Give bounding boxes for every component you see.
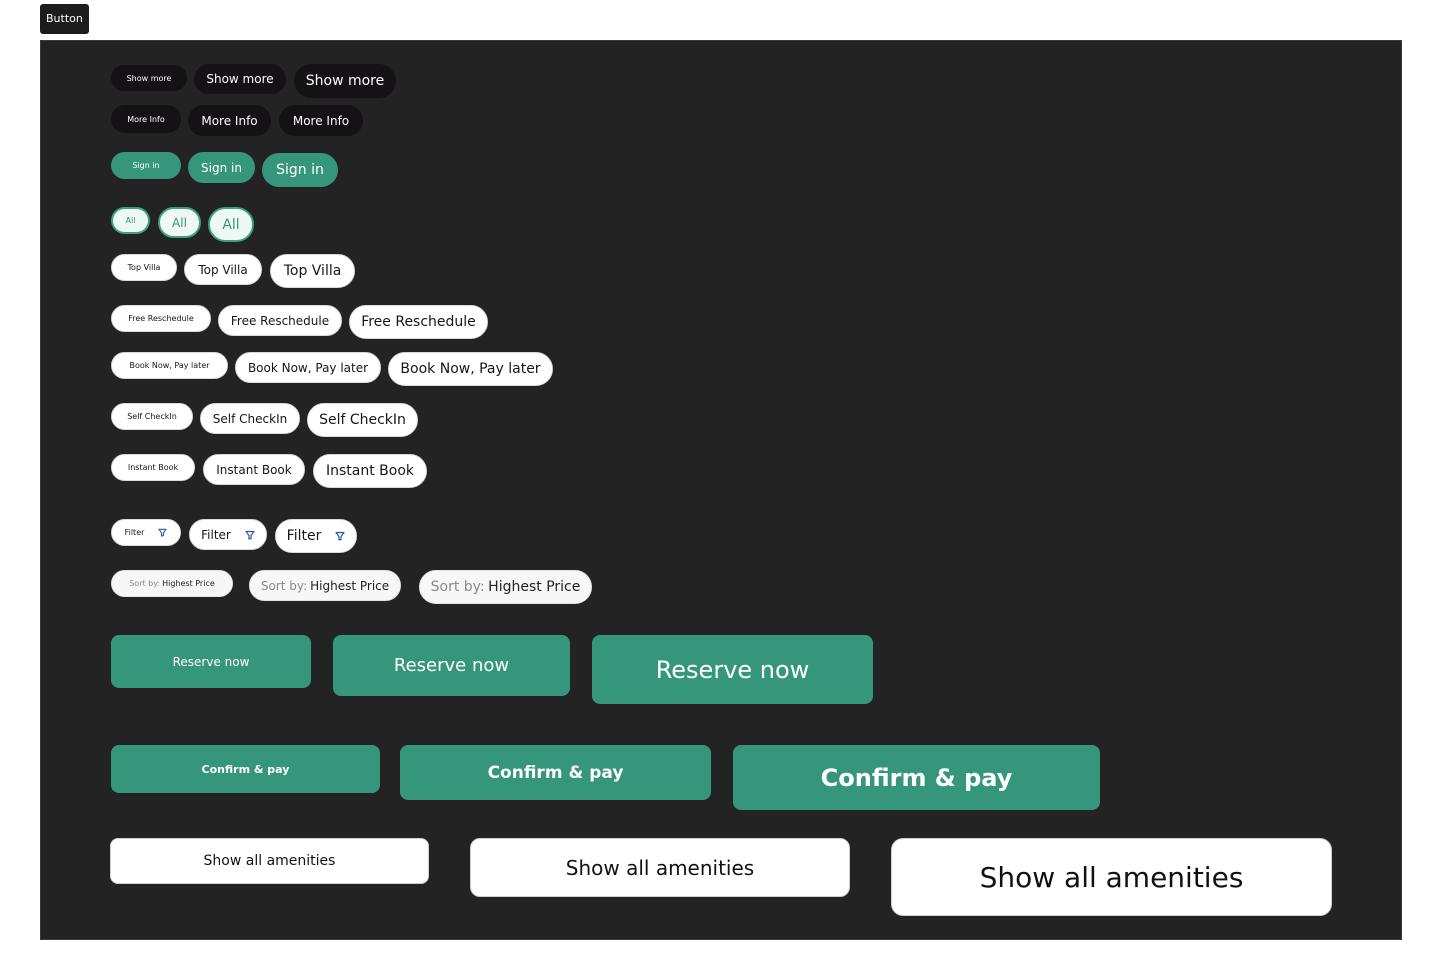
frame-label: Button [40, 4, 89, 34]
sort-by-dropdown-small[interactable]: Sort by: Highest Price [111, 570, 233, 597]
filter-button-medium[interactable]: Filter [189, 519, 267, 550]
filter-funnel-icon [245, 530, 255, 540]
all-filter-chip-medium[interactable]: All [158, 207, 201, 238]
sign-in-button-small[interactable]: Sign in [111, 152, 181, 179]
free-reschedule-chip-medium[interactable]: Free Reschedule [218, 305, 342, 336]
sort-by-prefix: Sort by: [129, 579, 161, 588]
instant-book-chip-medium[interactable]: Instant Book [203, 454, 305, 485]
sort-by-prefix: Sort by: [260, 578, 308, 593]
filter-funnel-icon [335, 531, 345, 541]
filter-label: Filter [286, 528, 322, 544]
top-villa-chip-medium[interactable]: Top Villa [184, 254, 262, 285]
button-showcase-canvas: Show more Show more Show more More Info … [40, 40, 1402, 940]
reserve-now-button-medium[interactable]: Reserve now [333, 635, 570, 696]
all-filter-chip-small[interactable]: All [111, 207, 150, 234]
book-now-pay-later-chip-medium[interactable]: Book Now, Pay later [235, 352, 381, 383]
show-more-button-small[interactable]: Show more [111, 65, 187, 91]
self-checkin-chip-small[interactable]: Self CheckIn [111, 403, 193, 430]
instant-book-chip-large[interactable]: Instant Book [313, 454, 427, 488]
instant-book-chip-small[interactable]: Instant Book [111, 454, 195, 481]
sort-by-prefix: Sort by: [430, 579, 485, 595]
sort-by-dropdown-large[interactable]: Sort by: Highest Price [419, 570, 592, 604]
sort-by-value: Highest Price [488, 579, 581, 595]
sign-in-button-medium[interactable]: Sign in [188, 152, 255, 183]
filter-button-large[interactable]: Filter [275, 519, 357, 553]
confirm-pay-button-large[interactable]: Confirm & pay [733, 745, 1100, 810]
reserve-now-button-large[interactable]: Reserve now [592, 635, 873, 704]
filter-button-small[interactable]: Filter [111, 519, 181, 546]
sort-by-value: Highest Price [310, 578, 390, 593]
sign-in-button-large[interactable]: Sign in [262, 153, 338, 187]
filter-label: Filter [124, 528, 145, 537]
sort-by-value: Highest Price [162, 579, 215, 588]
show-all-amenities-button-medium[interactable]: Show all amenities [470, 838, 850, 897]
filter-funnel-icon [158, 528, 168, 537]
self-checkin-chip-medium[interactable]: Self CheckIn [200, 403, 300, 434]
filter-label: Filter [201, 527, 231, 542]
reserve-now-button-small[interactable]: Reserve now [111, 635, 311, 688]
book-now-pay-later-chip-large[interactable]: Book Now, Pay later [388, 352, 553, 386]
book-now-pay-later-chip-small[interactable]: Book Now, Pay later [111, 352, 228, 379]
more-info-button-small[interactable]: More Info [111, 105, 181, 133]
sort-by-dropdown-medium[interactable]: Sort by: Highest Price [249, 570, 401, 601]
more-info-button-large[interactable]: More Info [279, 105, 363, 136]
self-checkin-chip-large[interactable]: Self CheckIn [307, 403, 418, 437]
show-more-button-large[interactable]: Show more [294, 64, 396, 98]
show-all-amenities-button-small[interactable]: Show all amenities [110, 838, 429, 884]
more-info-button-medium[interactable]: More Info [188, 105, 271, 136]
top-villa-chip-large[interactable]: Top Villa [270, 254, 355, 288]
show-more-button-medium[interactable]: Show more [194, 64, 286, 94]
confirm-pay-button-small[interactable]: Confirm & pay [111, 745, 380, 793]
all-filter-chip-large[interactable]: All [208, 207, 254, 242]
free-reschedule-chip-large[interactable]: Free Reschedule [349, 305, 488, 339]
top-villa-chip-small[interactable]: Top Villa [111, 254, 177, 281]
confirm-pay-button-medium[interactable]: Confirm & pay [400, 745, 711, 800]
show-all-amenities-button-large[interactable]: Show all amenities [891, 838, 1332, 916]
free-reschedule-chip-small[interactable]: Free Reschedule [111, 305, 211, 332]
